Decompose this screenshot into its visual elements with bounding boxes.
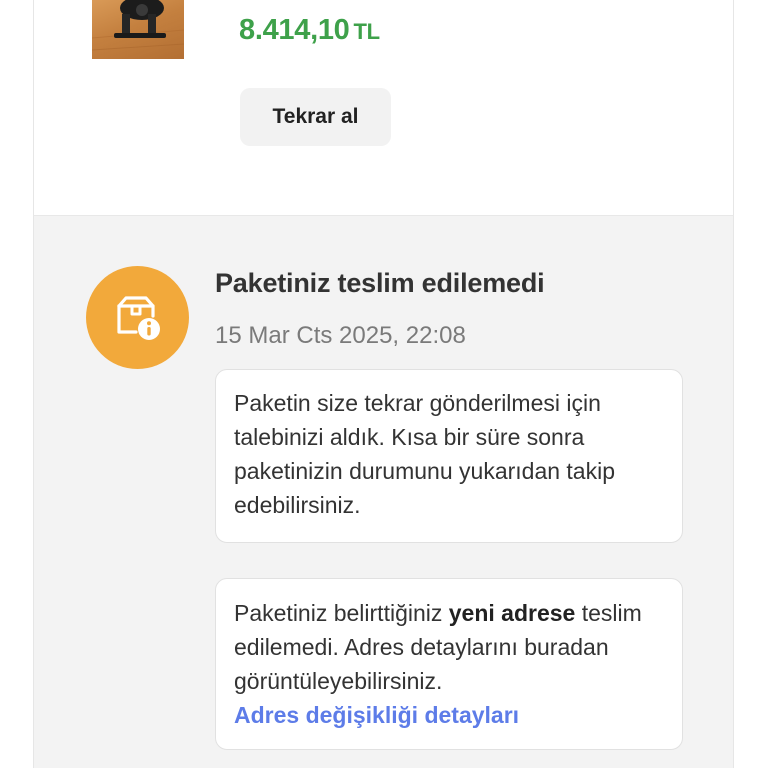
exercise-bike-icon [92,0,184,51]
address-change-details-link[interactable]: Adres değişikliği detayları [234,698,664,732]
delivery-event-section: Paketiniz teslim edilemedi 15 Mar Cts 20… [33,216,734,768]
resend-request-message: Paketin size tekrar gönderilmesi için ta… [215,369,683,543]
price-value: 8.414,10 [239,14,350,46]
product-image[interactable] [92,0,184,59]
order-detail-page: 8.414,10 TL Tekrar al Paketiniz teslim ed… [0,0,768,768]
package-icon [116,295,160,340]
message-bold: yeni adrese [448,600,576,626]
address-change-message: Paketiniz belirttiğiniz yeni adrese tesl… [215,578,683,750]
price-currency: TL [353,19,381,44]
product-price: 8.414,10 TL [239,14,380,47]
event-title: Paketiniz teslim edilemedi [215,268,545,298]
message-text: Paketin size tekrar gönderilmesi için ta… [234,390,616,518]
rebuy-button[interactable]: Tekrar al [240,88,391,146]
product-card: 8.414,10 TL Tekrar al [33,0,734,216]
package-info-icon [86,266,189,369]
message-prefix: Paketiniz belirttiğiniz [234,600,449,626]
event-date: 15 Mar Cts 2025, 22:08 [215,322,466,349]
